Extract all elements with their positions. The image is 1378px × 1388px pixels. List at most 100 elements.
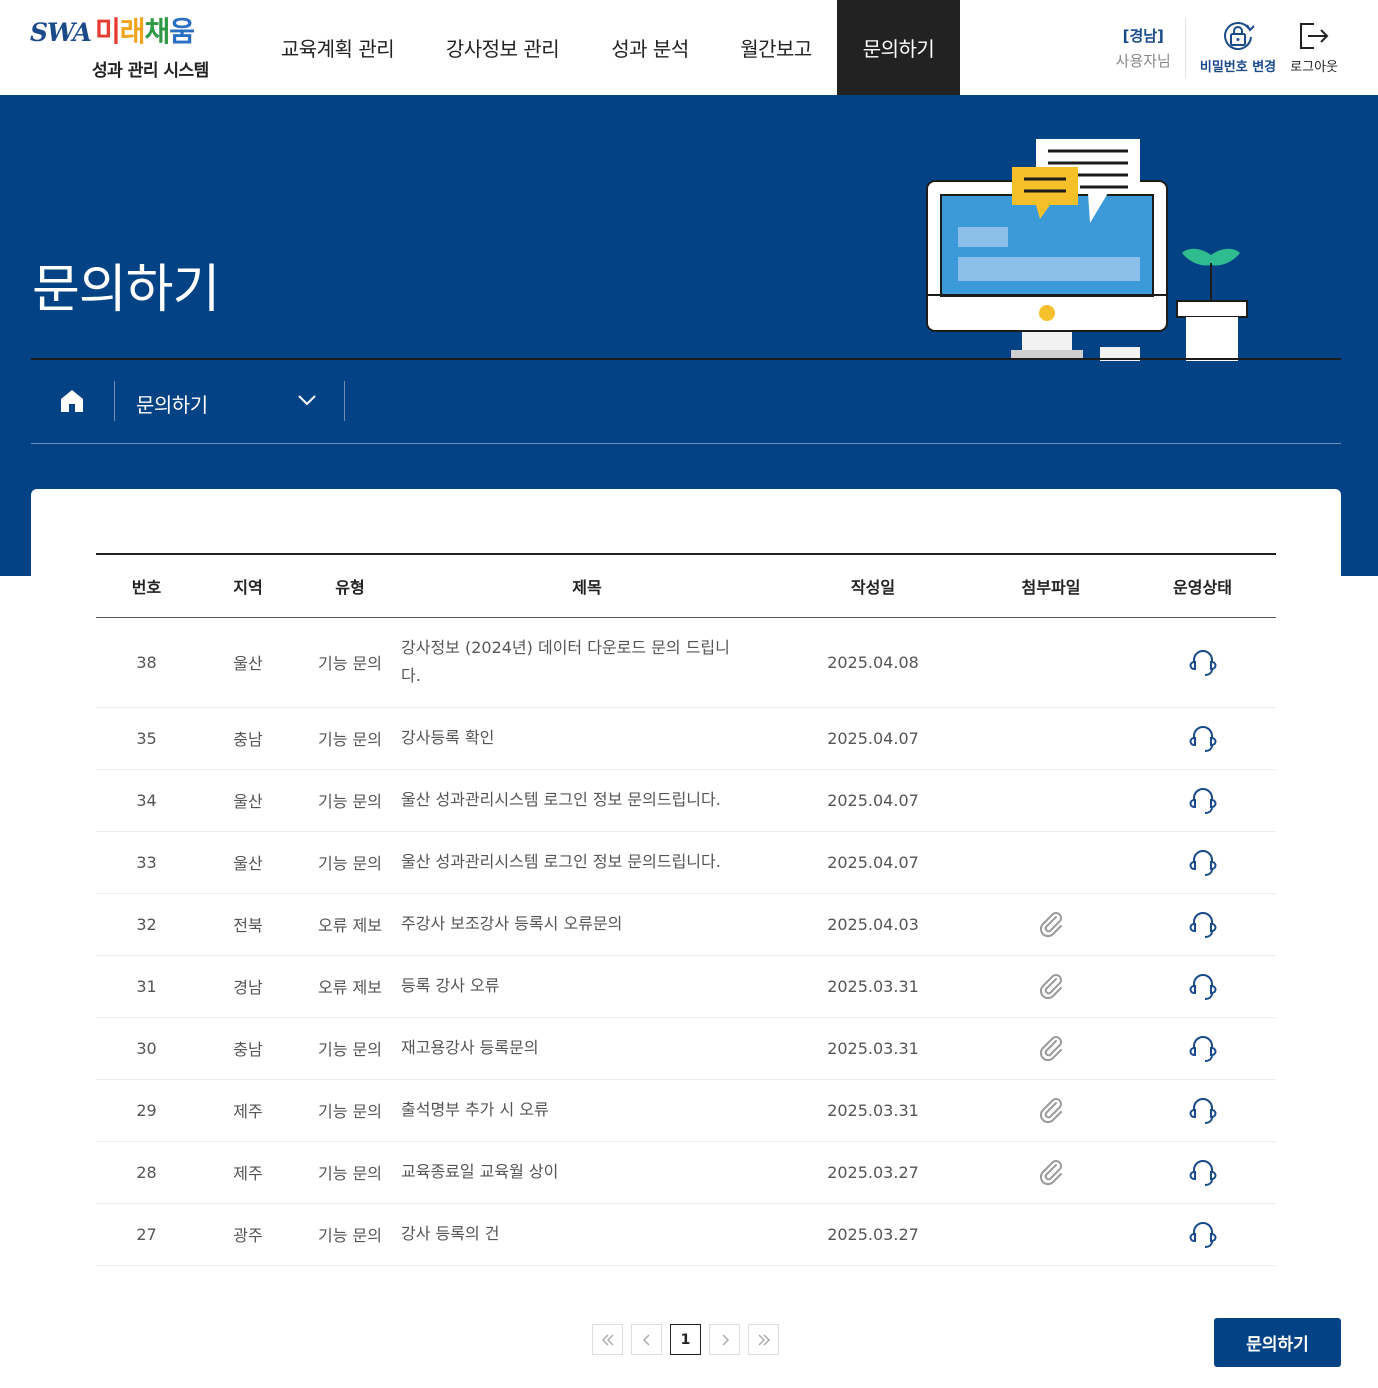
change-password-button[interactable]: 비밀번호 변경 (1200, 20, 1276, 75)
headset-icon (1189, 726, 1216, 752)
col-type: 유형 (299, 553, 401, 618)
table-row[interactable]: 29 제주 기능 문의 출석명부 추가 시 오류 2025.03.31 (96, 1079, 1276, 1142)
cell-attachment[interactable] (973, 893, 1129, 956)
paperclip-icon (1039, 1160, 1062, 1186)
cell-status (1129, 1079, 1276, 1142)
nav-item-instructor-info[interactable]: 강사정보 관리 (420, 0, 585, 95)
cell-status (1129, 831, 1276, 894)
cell-attachment[interactable] (973, 1079, 1129, 1142)
table-row[interactable]: 38 울산 기능 문의 강사정보 (2024년) 데이터 다운로드 문의 드립니다. 2… (96, 617, 1276, 708)
cell-number: 33 (96, 831, 197, 894)
double-chevron-right-icon (757, 1333, 770, 1346)
table-row[interactable]: 27 광주 기능 문의 강사 등록의 건 2025.03.27 (96, 1203, 1276, 1266)
cell-date: 2025.04.07 (773, 707, 973, 770)
page-number-button[interactable]: 1 (670, 1324, 701, 1355)
lock-refresh-icon (1224, 22, 1255, 50)
cell-attachment[interactable] (973, 1017, 1129, 1080)
change-password-label: 비밀번호 변경 (1199, 60, 1277, 75)
table-row[interactable]: 34 울산 기능 문의 울산 성과관리시스템 로그인 정보 문의드립니다. 2025.0… (96, 769, 1276, 832)
user-region: [경남] (1122, 26, 1164, 45)
cell-attachment (973, 1203, 1129, 1266)
cell-region: 울산 (197, 769, 299, 832)
cell-title-link[interactable]: 강사 등록의 건 (401, 1203, 773, 1266)
breadcrumb-current[interactable]: 문의하기 (136, 389, 208, 418)
home-icon[interactable] (59, 388, 85, 414)
cell-type: 오류 제보 (299, 893, 401, 956)
user-name: 사용자님 (1115, 51, 1171, 70)
table-row[interactable]: 32 전북 오류 제보 주강사 보조강사 등록시 오류문의 2025.04.03 (96, 893, 1276, 956)
breadcrumb-divider (114, 381, 115, 421)
table-body: 38 울산 기능 문의 강사정보 (2024년) 데이터 다운로드 문의 드립니다. 2… (96, 617, 1276, 1266)
table-row[interactable]: 28 제주 기능 문의 교육종료일 교육월 상이 2025.03.27 (96, 1141, 1276, 1204)
cell-region: 제주 (197, 1141, 299, 1204)
nav-item-inquiry[interactable]: 문의하기 (837, 0, 960, 95)
headset-icon (1189, 1160, 1216, 1186)
last-page-button[interactable] (748, 1324, 779, 1355)
prev-page-button[interactable] (631, 1324, 662, 1355)
cell-title-link[interactable]: 등록 강사 오류 (401, 955, 773, 1018)
logo-mark: SWA 미래채움 (30, 10, 195, 50)
table-header-row: 번호 지역 유형 제목 작성일 첨부파일 운영상태 (96, 553, 1276, 618)
double-chevron-left-icon (601, 1333, 614, 1346)
cell-title-link[interactable]: 강사정보 (2024년) 데이터 다운로드 문의 드립니다. (401, 617, 773, 708)
monitor-illustration (926, 139, 1248, 361)
page-title: 문의하기 (32, 260, 220, 320)
headset-icon (1189, 1036, 1216, 1062)
col-date: 작성일 (773, 553, 973, 618)
write-inquiry-button[interactable]: 문의하기 (1214, 1318, 1341, 1367)
cell-type: 기능 문의 (299, 617, 401, 708)
user-info: [경남] 사용자님 (1115, 17, 1186, 78)
cell-date: 2025.04.07 (773, 831, 973, 894)
cell-title-link[interactable]: 재고용강사 등록문의 (401, 1017, 773, 1080)
cell-number: 27 (96, 1203, 197, 1266)
table-row[interactable]: 35 충남 기능 문의 강사등록 확인 2025.04.07 (96, 707, 1276, 770)
chevron-left-icon (642, 1333, 650, 1346)
cell-date: 2025.03.27 (773, 1141, 973, 1204)
cell-attachment (973, 617, 1129, 708)
cell-number: 28 (96, 1141, 197, 1204)
col-region: 지역 (197, 553, 299, 618)
next-page-button[interactable] (709, 1324, 740, 1355)
cell-type: 기능 문의 (299, 1141, 401, 1204)
cell-title-link[interactable]: 주강사 보조강사 등록시 오류문의 (401, 893, 773, 956)
paperclip-icon (1039, 1036, 1062, 1062)
table-row[interactable]: 33 울산 기능 문의 울산 성과관리시스템 로그인 정보 문의드립니다. 2025.0… (96, 831, 1276, 894)
cell-title-link[interactable]: 울산 성과관리시스템 로그인 정보 문의드립니다. (401, 831, 773, 894)
col-status: 운영상태 (1129, 553, 1276, 618)
table-row[interactable]: 30 충남 기능 문의 재고용강사 등록문의 2025.03.31 (96, 1017, 1276, 1080)
nav-item-monthly-report[interactable]: 월간보고 (715, 0, 837, 95)
headset-icon (1189, 1098, 1216, 1124)
cell-type: 기능 문의 (299, 769, 401, 832)
nav-item-education-plan[interactable]: 교육계획 관리 (255, 0, 420, 95)
cell-attachment[interactable] (973, 1141, 1129, 1204)
logo[interactable]: SWA 미래채움 성과 관리 시스템 (30, 8, 230, 83)
breadcrumb-divider (344, 381, 345, 421)
col-title: 제목 (401, 553, 773, 618)
cell-attachment[interactable] (973, 955, 1129, 1018)
logo-swa: SWA (30, 18, 92, 47)
main-nav: 교육계획 관리 강사정보 관리 성과 분석 월간보고 문의하기 (255, 0, 960, 95)
cell-title-link[interactable]: 강사등록 확인 (401, 707, 773, 770)
first-page-button[interactable] (592, 1324, 623, 1355)
cell-number: 35 (96, 707, 197, 770)
cell-status (1129, 1017, 1276, 1080)
chevron-down-icon[interactable] (297, 390, 317, 410)
paperclip-icon (1039, 974, 1062, 1000)
cell-title-link[interactable]: 출석명부 추가 시 오류 (401, 1079, 773, 1142)
cell-status (1129, 769, 1276, 832)
cell-title-link[interactable]: 교육종료일 교육월 상이 (401, 1141, 773, 1204)
logout-button[interactable]: 로그아웃 (1290, 20, 1338, 75)
nav-item-performance[interactable]: 성과 분석 (585, 0, 715, 95)
cell-title-link[interactable]: 울산 성과관리시스템 로그인 정보 문의드립니다. (401, 769, 773, 832)
logout-icon (1300, 23, 1329, 49)
chevron-right-icon (721, 1333, 729, 1346)
cell-type: 기능 문의 (299, 1079, 401, 1142)
logo-subtitle: 성과 관리 시스템 (92, 61, 209, 81)
headset-icon (1189, 650, 1216, 676)
table-row[interactable]: 31 경남 오류 제보 등록 강사 오류 2025.03.31 (96, 955, 1276, 1018)
cell-date: 2025.04.03 (773, 893, 973, 956)
cell-type: 기능 문의 (299, 831, 401, 894)
cell-date: 2025.03.31 (773, 1079, 973, 1142)
headset-icon (1189, 788, 1216, 814)
cell-region: 충남 (197, 707, 299, 770)
